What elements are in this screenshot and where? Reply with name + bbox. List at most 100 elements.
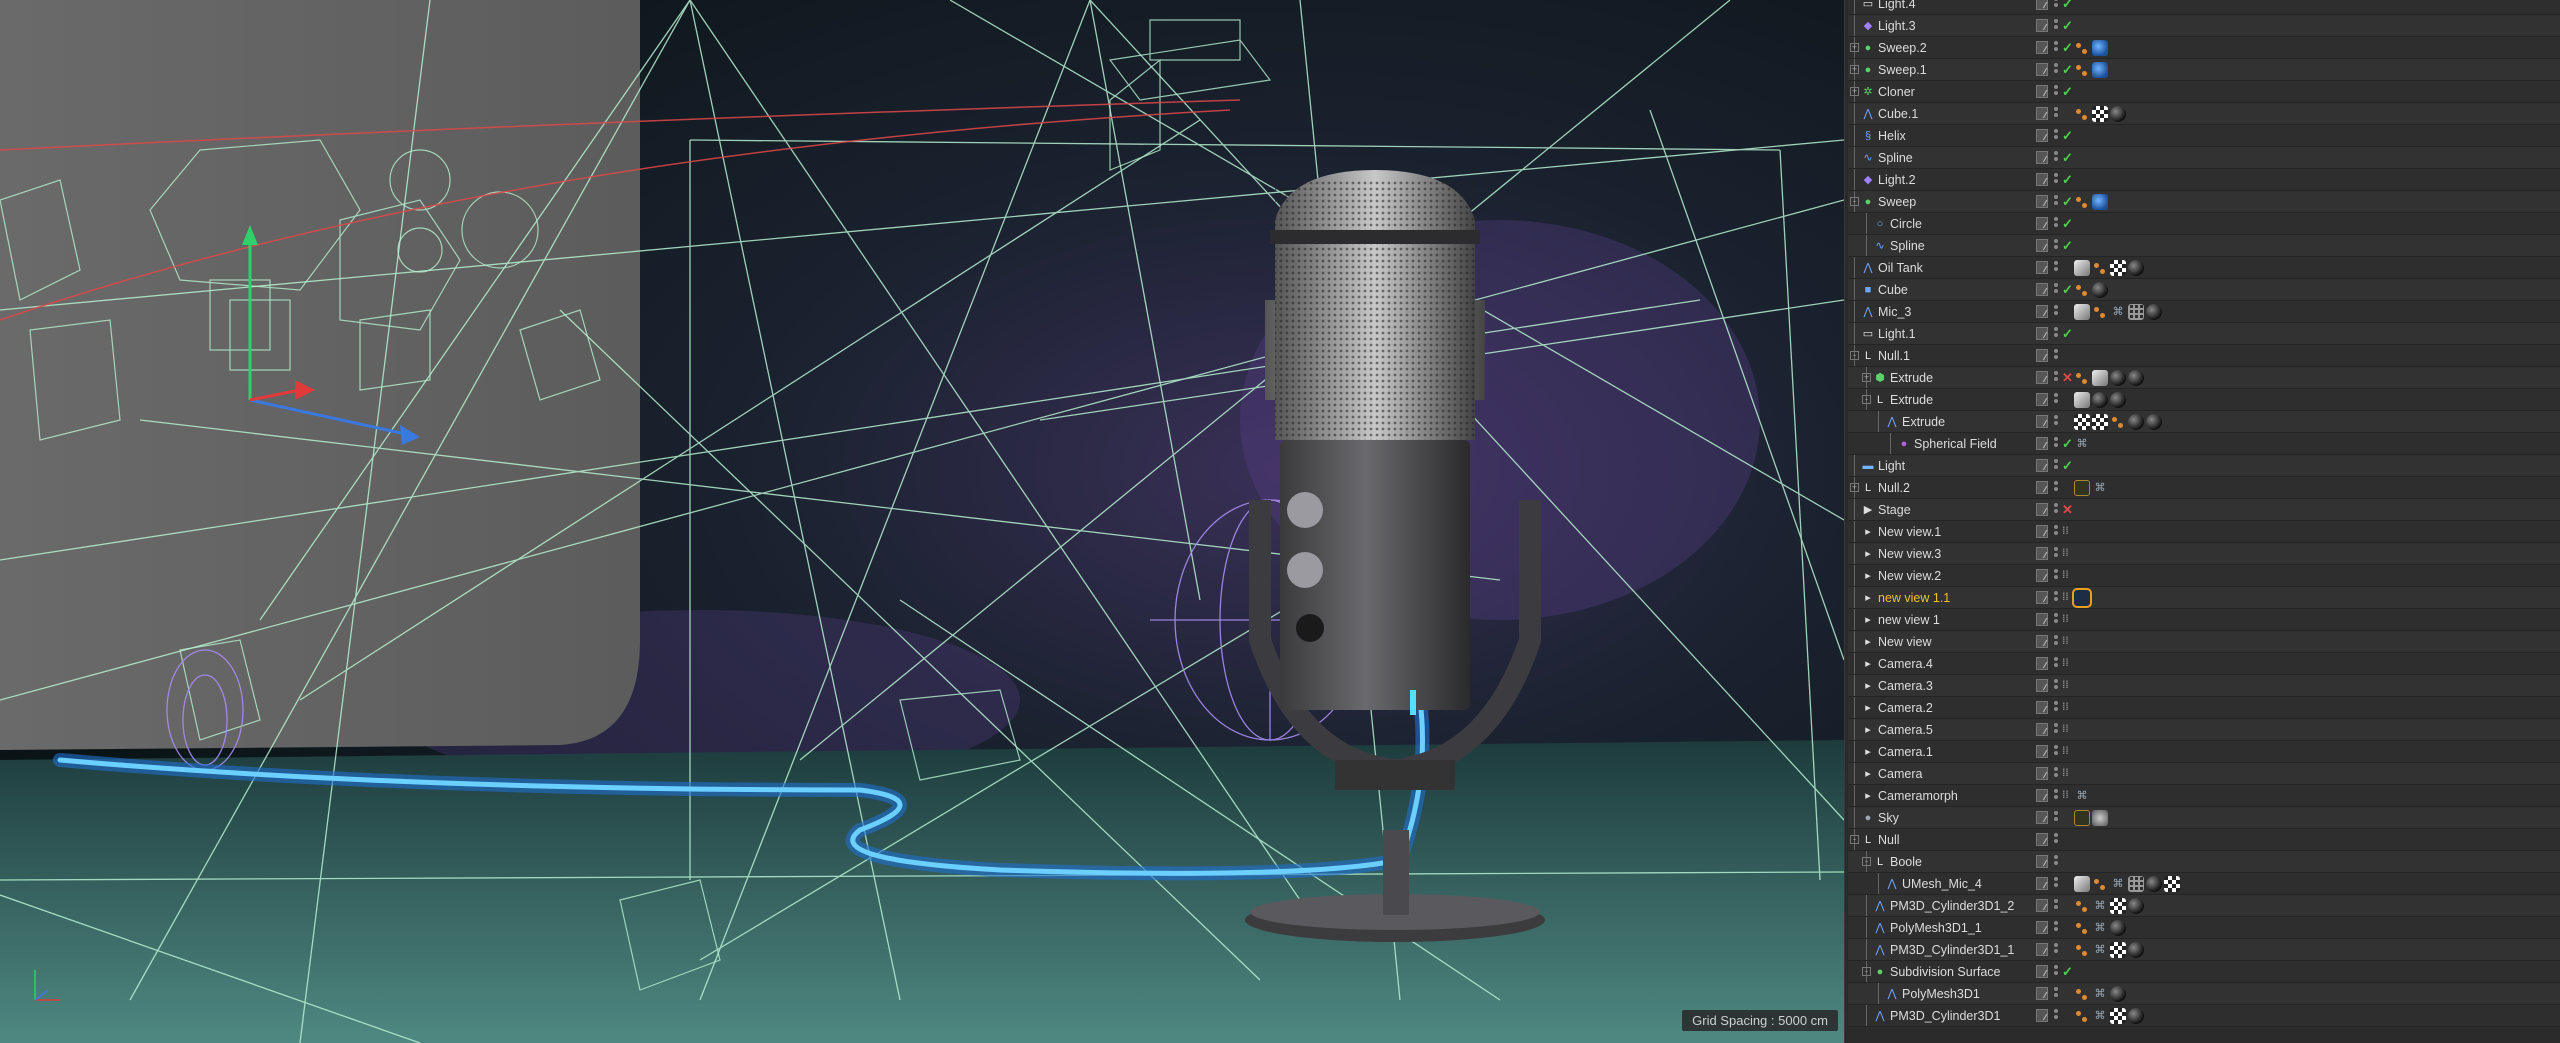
render-tag-icon[interactable] <box>2074 810 2090 826</box>
layer-toggle-icon[interactable] <box>2036 349 2048 362</box>
object-row[interactable]: ▸ new view 1 ⁞⁞ <box>1848 609 2560 631</box>
layer-toggle-icon[interactable] <box>2036 547 2048 560</box>
visibility-dots-icon[interactable] <box>2054 19 2058 33</box>
visibility-dots-icon[interactable] <box>2054 591 2058 605</box>
object-name[interactable]: Camera.1 <box>1878 741 1933 763</box>
object-row[interactable]: ▶ Stage ✕ <box>1848 499 2560 521</box>
object-row[interactable]: + L Null.2 ⌘ <box>1848 477 2560 499</box>
visibility-dots-icon[interactable] <box>2054 811 2058 825</box>
selection-tag-icon[interactable] <box>2110 414 2126 430</box>
object-row[interactable]: ▸ Camera.3 ⁞⁞ <box>1848 675 2560 697</box>
layer-toggle-icon[interactable] <box>2036 195 2048 208</box>
visibility-dots-icon[interactable] <box>2054 987 2058 1001</box>
expand-icon[interactable]: + <box>1850 43 1859 52</box>
object-name[interactable]: Camera.3 <box>1878 675 1933 697</box>
visibility-dots-icon[interactable] <box>2054 701 2058 715</box>
selection-tag-icon[interactable] <box>2074 370 2090 386</box>
object-name[interactable]: UMesh_Mic_4 <box>1902 873 1982 895</box>
object-name[interactable]: New view.2 <box>1878 565 1941 587</box>
expand-icon[interactable]: + <box>1850 87 1859 96</box>
visibility-dots-icon[interactable] <box>2054 151 2058 165</box>
layer-toggle-icon[interactable] <box>2036 613 2048 626</box>
object-row[interactable]: - ● Subdivision Surface ✓ <box>1848 961 2560 983</box>
collapse-icon[interactable]: - <box>1862 857 1871 866</box>
visibility-dots-icon[interactable] <box>2054 965 2058 979</box>
enabled-check-icon[interactable]: ✓ <box>2062 0 2073 15</box>
checker-material-icon[interactable] <box>2092 106 2108 122</box>
object-name[interactable]: Circle <box>1890 213 1922 235</box>
layer-toggle-icon[interactable] <box>2036 877 2048 890</box>
object-row[interactable]: ▸ Camera.5 ⁞⁞ <box>1848 719 2560 741</box>
object-row[interactable]: ⋀ Extrude <box>1848 411 2560 433</box>
constraint-tag-icon[interactable]: ⌘ <box>2110 876 2126 892</box>
object-name[interactable]: Cube <box>1878 279 1908 301</box>
object-row[interactable]: ⋀ Mic_3 ⌘ <box>1848 301 2560 323</box>
visibility-dots-icon[interactable] <box>2054 129 2058 143</box>
material-sphere-icon[interactable] <box>2128 898 2144 914</box>
collapse-icon[interactable]: - <box>1850 351 1859 360</box>
disabled-cross-icon[interactable]: ✕ <box>2062 499 2073 521</box>
object-row[interactable]: + ● Sweep.2 ✓ <box>1848 37 2560 59</box>
object-row[interactable]: + ● Sweep.1 ✓ <box>1848 59 2560 81</box>
visibility-dots-icon[interactable] <box>2054 371 2058 385</box>
object-name[interactable]: PolyMesh3D1 <box>1902 983 1980 1005</box>
enabled-check-icon[interactable]: ✓ <box>2062 961 2073 983</box>
layer-toggle-icon[interactable] <box>2036 0 2048 10</box>
checker-material-icon[interactable] <box>2092 414 2108 430</box>
layer-toggle-icon[interactable] <box>2036 481 2048 494</box>
constraint-tag-icon[interactable]: ⌘ <box>2110 304 2126 320</box>
object-name[interactable]: PM3D_Cylinder3D1_2 <box>1890 895 2014 917</box>
visibility-dots-icon[interactable] <box>2054 657 2058 671</box>
visibility-dots-icon[interactable] <box>2054 0 2058 11</box>
object-row[interactable]: ▸ New view.3 ⁞⁞ <box>1848 543 2560 565</box>
selection-tag-icon[interactable] <box>2074 986 2090 1002</box>
layer-toggle-icon[interactable] <box>2036 987 2048 1000</box>
checker-material-icon[interactable] <box>2110 898 2126 914</box>
object-name[interactable]: Cube.1 <box>1878 103 1918 125</box>
object-row[interactable]: - L Null <box>1848 829 2560 851</box>
visibility-dots-icon[interactable] <box>2054 437 2058 451</box>
selection-tag-icon[interactable] <box>2092 260 2108 276</box>
material-sphere-icon[interactable] <box>2092 282 2108 298</box>
object-name[interactable]: New view <box>1878 631 1932 653</box>
object-name[interactable]: Sweep.1 <box>1878 59 1927 81</box>
object-name[interactable]: PM3D_Cylinder3D1_1 <box>1890 939 2014 961</box>
object-name[interactable]: Camera.2 <box>1878 697 1933 719</box>
phong-tag-icon[interactable] <box>2074 304 2090 320</box>
object-name[interactable]: New view.1 <box>1878 521 1941 543</box>
visibility-dots-icon[interactable] <box>2054 349 2058 363</box>
layer-toggle-icon[interactable] <box>2036 503 2048 516</box>
layer-toggle-icon[interactable] <box>2036 921 2048 934</box>
visibility-dots-icon[interactable] <box>2054 217 2058 231</box>
constraint-tag-icon[interactable]: ⌘ <box>2074 436 2090 452</box>
object-name[interactable]: Helix <box>1878 125 1906 147</box>
layer-toggle-icon[interactable] <box>2036 723 2048 736</box>
camera-dots-icon[interactable]: ⁞⁞ <box>2062 675 2069 697</box>
object-name[interactable]: Null.2 <box>1878 477 1910 499</box>
enabled-check-icon[interactable]: ✓ <box>2062 15 2073 37</box>
layer-toggle-icon[interactable] <box>2036 63 2048 76</box>
selection-tag-icon[interactable] <box>2074 62 2090 78</box>
camera-dots-icon[interactable]: ⁞⁞ <box>2062 565 2069 587</box>
visibility-dots-icon[interactable] <box>2054 1009 2058 1023</box>
object-row[interactable]: ▸ New view.1 ⁞⁞ <box>1848 521 2560 543</box>
layer-toggle-icon[interactable] <box>2036 85 2048 98</box>
object-row[interactable]: ▸ new view 1.1 ⁞⁞ <box>1848 587 2560 609</box>
material-sphere-icon[interactable] <box>2128 414 2144 430</box>
constraint-tag-icon[interactable]: ⌘ <box>2074 788 2090 804</box>
object-name[interactable]: Light.1 <box>1878 323 1916 345</box>
material-sphere-icon[interactable] <box>2110 986 2126 1002</box>
material-sphere-icon[interactable] <box>2128 942 2144 958</box>
layer-toggle-icon[interactable] <box>2036 855 2048 868</box>
enabled-check-icon[interactable]: ✓ <box>2062 323 2073 345</box>
material-sphere-icon[interactable] <box>2146 876 2162 892</box>
object-row[interactable]: - L Boole <box>1848 851 2560 873</box>
camera-dots-icon[interactable]: ⁞⁞ <box>2062 609 2069 631</box>
visibility-dots-icon[interactable] <box>2054 305 2058 319</box>
visibility-dots-icon[interactable] <box>2054 635 2058 649</box>
object-name[interactable]: Null.1 <box>1878 345 1910 367</box>
layer-toggle-icon[interactable] <box>2036 899 2048 912</box>
camera-dots-icon[interactable]: ⁞⁞ <box>2062 631 2069 653</box>
constraint-tag-icon[interactable]: ⌘ <box>2092 942 2108 958</box>
visibility-dots-icon[interactable] <box>2054 41 2058 55</box>
